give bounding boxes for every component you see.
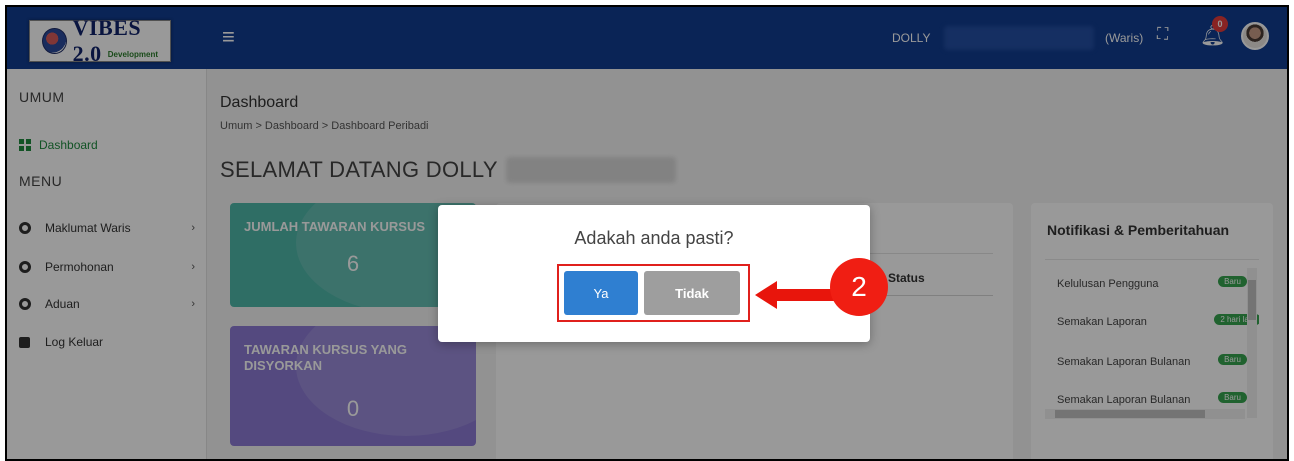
dialog-title: Adakah anda pasti? bbox=[574, 228, 734, 248]
confirm-yes-button[interactable]: Ya bbox=[564, 271, 638, 315]
confirm-dialog: Adakah anda pasti? Ya Tidak bbox=[438, 205, 870, 342]
app-frame: VIBES 2.0 Development ≡ DOLLY (Waris) ⛶ … bbox=[5, 5, 1289, 461]
annotation-step-marker: 2 bbox=[830, 258, 888, 316]
annotation-arrow-icon bbox=[755, 281, 841, 309]
confirm-no-button[interactable]: Tidak bbox=[644, 271, 740, 315]
